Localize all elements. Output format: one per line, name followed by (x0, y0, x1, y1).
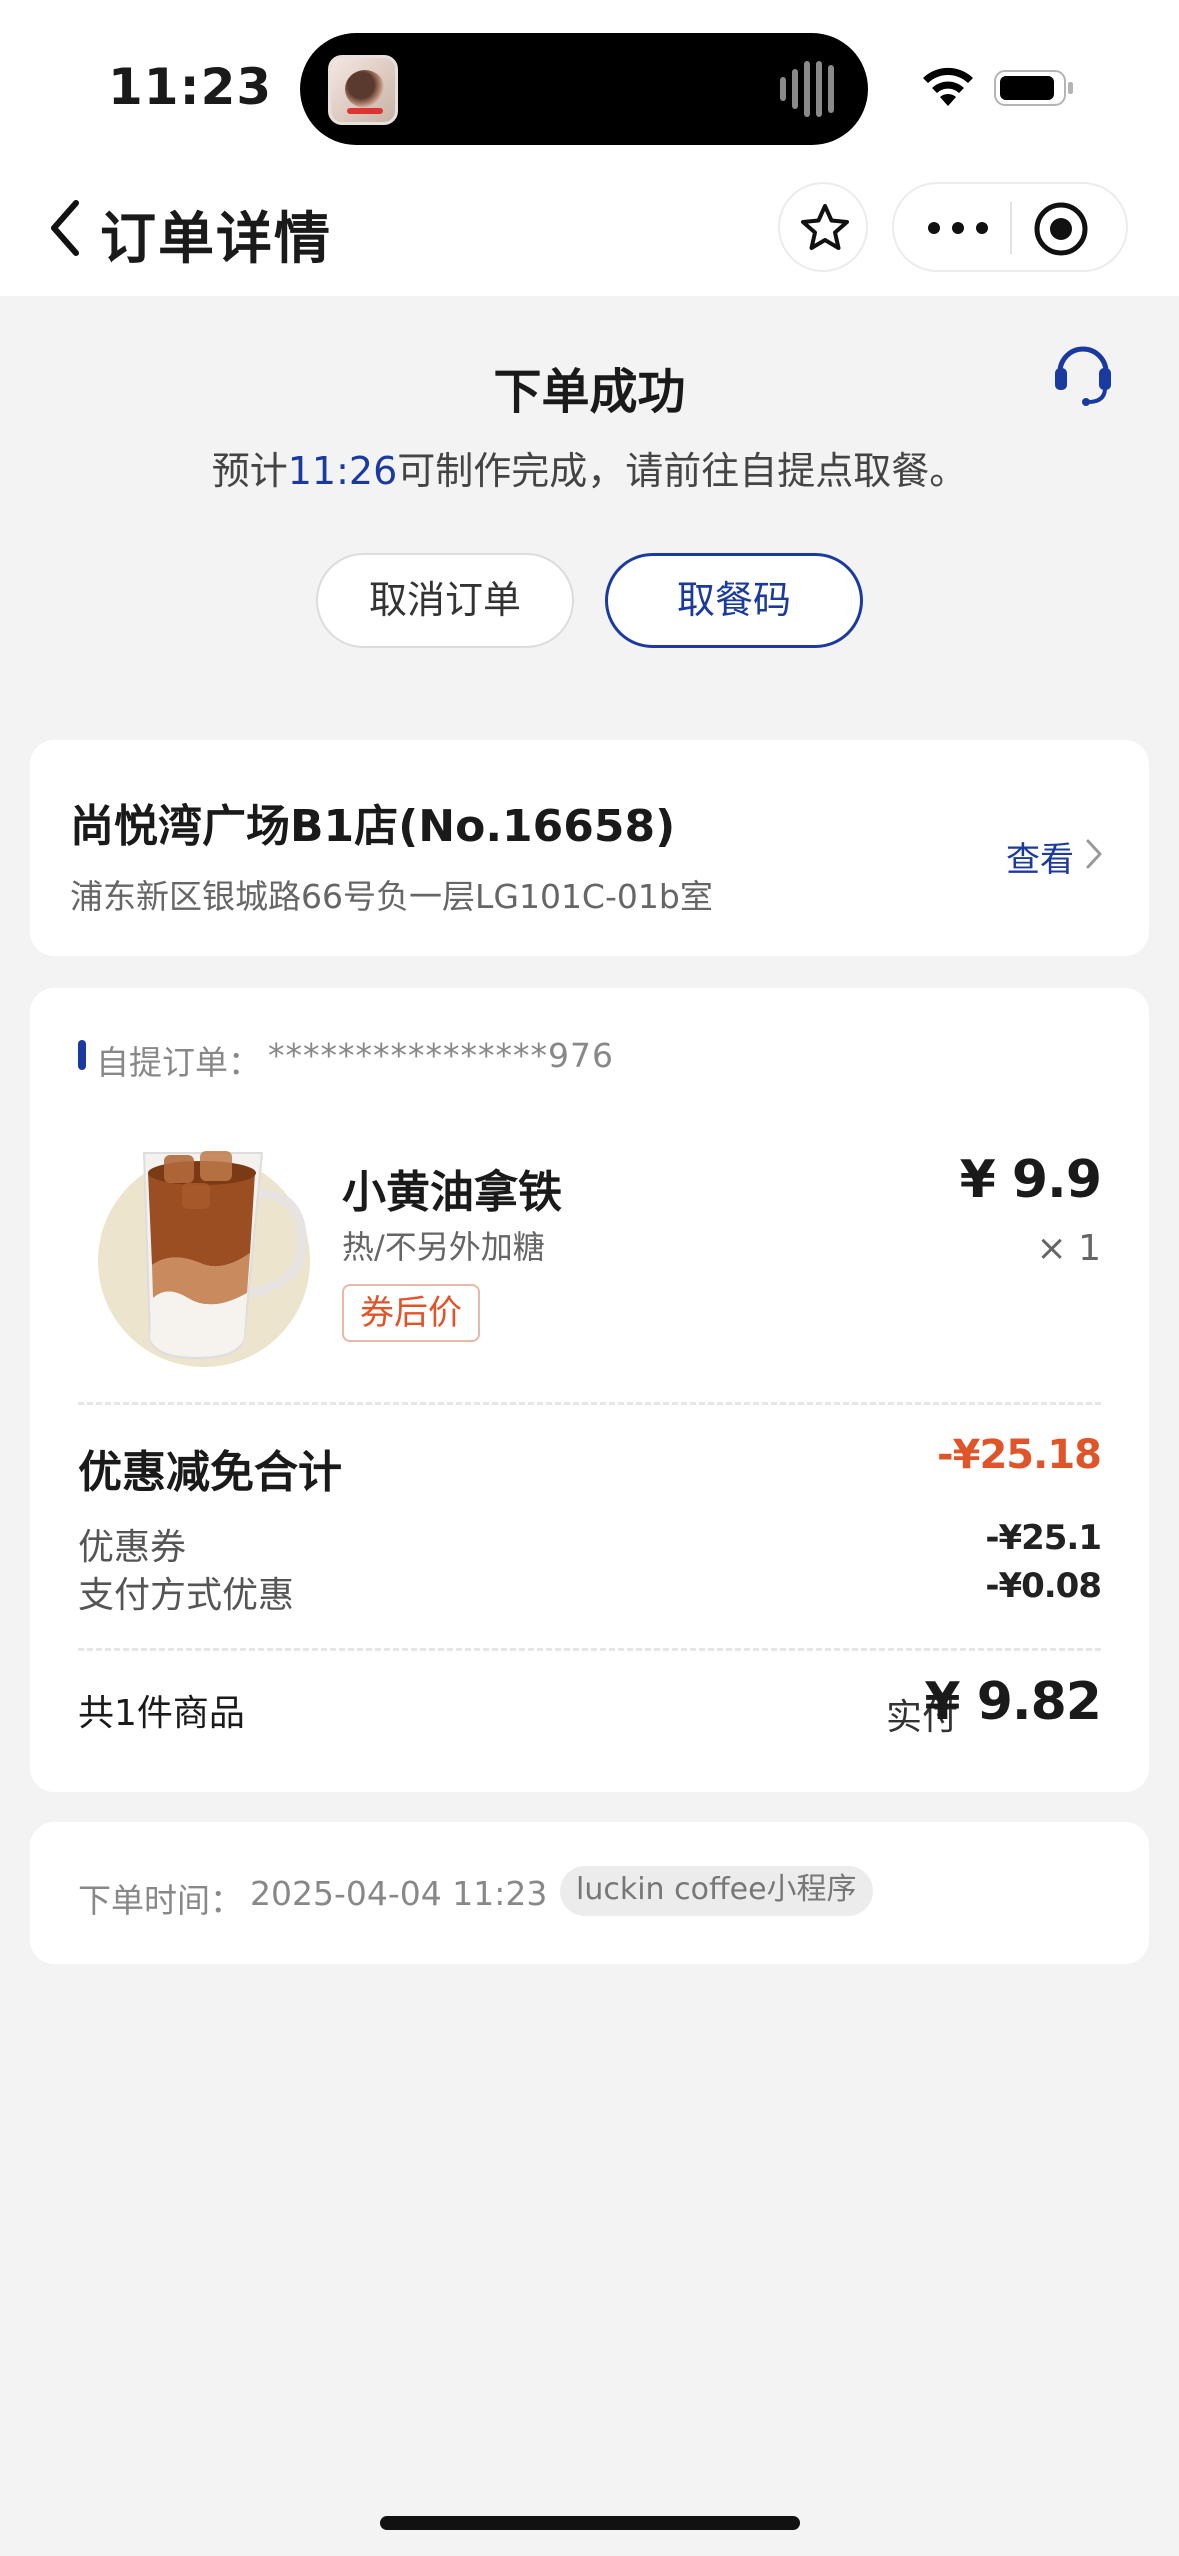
home-indicator[interactable] (380, 2516, 800, 2530)
now-playing-thumbnail (328, 55, 398, 125)
favorite-button[interactable] (778, 182, 868, 272)
section-marker (78, 1040, 86, 1070)
payment-discount-value: -¥0.08 (985, 1566, 1102, 1606)
page-title: 订单详情 (100, 207, 332, 272)
dynamic-island[interactable] (300, 33, 868, 145)
pickup-message-prefix: 预计 (211, 449, 288, 493)
star-icon (801, 204, 849, 250)
more-icon[interactable] (926, 216, 990, 240)
product-image (98, 1151, 310, 1367)
product-spec: 热/不另外加糖 (342, 1228, 545, 1266)
nav-bar: 订单详情 (0, 170, 1179, 296)
pickup-code-button[interactable]: 取餐码 (605, 553, 863, 648)
divider (78, 1648, 1101, 1651)
product-quantity: × 1 (1036, 1228, 1101, 1269)
pickup-message-suffix: 可制作完成，请前往自提点取餐。 (397, 449, 968, 493)
store-card[interactable]: 尚悦湾广场B1店(No.16658) 浦东新区银城路66号负一层LG101C-0… (30, 740, 1149, 956)
wifi-icon (923, 67, 973, 106)
divider (78, 1402, 1101, 1405)
pickup-message: 预计11:26可制作完成，请前往自提点取餐。 (0, 440, 1179, 495)
store-address: 浦东新区银城路66号负一层LG101C-01b室 (70, 877, 713, 916)
coupon-discount-value: -¥25.1 (985, 1518, 1102, 1558)
customer-service-icon[interactable] (1052, 338, 1114, 408)
back-icon[interactable] (44, 197, 84, 259)
audio-wave-icon (780, 59, 844, 119)
order-card: 自提订单： ****************976 小黄油拿铁 热/不另外加糖 … (30, 988, 1149, 1792)
order-type-label: 自提订单： (96, 1043, 261, 1082)
close-miniprogram-icon[interactable] (1032, 200, 1090, 258)
order-meta-card: 下单时间： 2025-04-04 11:23 luckin coffee小程序 (30, 1822, 1149, 1964)
miniprogram-capsule (892, 182, 1128, 272)
order-number: ****************976 (268, 1036, 614, 1075)
order-time-value: 2025-04-04 11:23 (250, 1874, 548, 1913)
product-price: ¥ 9.9 (959, 1150, 1102, 1210)
view-store-link[interactable]: 查看 (1006, 832, 1074, 881)
payment-discount-label: 支付方式优惠 (78, 1575, 295, 1616)
coupon-price-tag: 券后价 (342, 1284, 480, 1342)
order-source-badge: luckin coffee小程序 (560, 1866, 873, 1916)
discount-total-label: 优惠减免合计 (78, 1447, 342, 1498)
battery-icon (994, 70, 1073, 106)
order-status-title: 下单成功 (493, 364, 686, 420)
coupon-discount-label: 优惠券 (78, 1527, 187, 1568)
store-name: 尚悦湾广场B1店(No.16658) (70, 801, 676, 852)
capsule-divider (1010, 202, 1012, 254)
cancel-order-button[interactable]: 取消订单 (316, 553, 574, 648)
product-name: 小黄油拿铁 (342, 1167, 562, 1218)
order-time-label: 下单时间： (78, 1881, 243, 1920)
paid-amount: ¥ 9.82 (924, 1672, 1102, 1732)
items-count: 共1件商品 (78, 1693, 245, 1734)
eta-time: 11:26 (287, 449, 398, 493)
status-time: 11:23 (108, 58, 273, 116)
chevron-right-icon (1086, 839, 1102, 869)
status-bar: 11:23 (0, 0, 1179, 170)
discount-total-value: -¥25.18 (937, 1432, 1102, 1478)
